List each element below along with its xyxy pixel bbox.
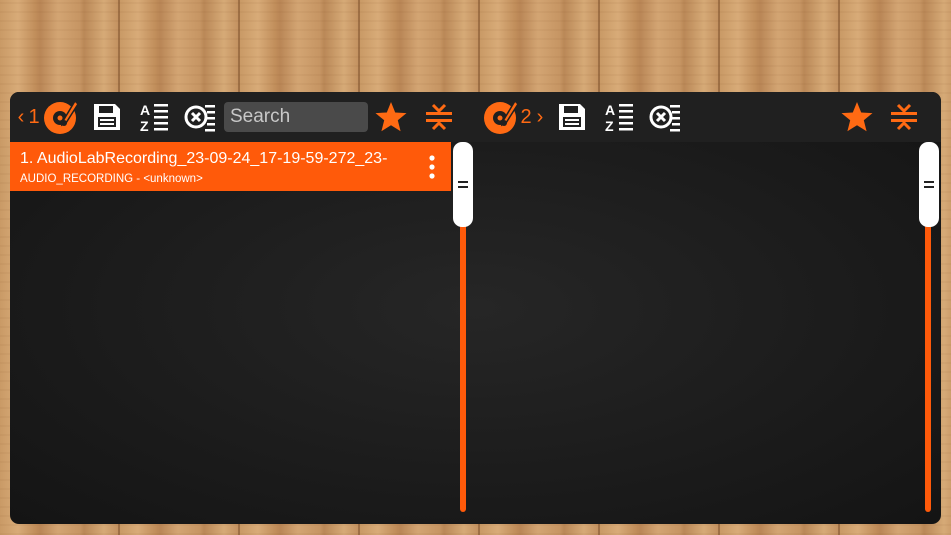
clear-list-icon	[184, 105, 215, 132]
deck-2-turntable-button[interactable]	[480, 92, 524, 142]
chevron-right-icon: ›	[536, 105, 544, 128]
prev-deck-chevron[interactable]: ‹	[15, 92, 27, 142]
chevron-left-icon: ‹	[17, 105, 25, 128]
sort-az-icon: A Z	[605, 102, 633, 134]
turntable-icon	[44, 99, 79, 134]
svg-text:Z: Z	[605, 118, 614, 134]
save-icon	[559, 104, 585, 130]
playlist-2-scroll-handle[interactable]	[919, 142, 939, 227]
track-subtitle: AUDIO_RECORDING - <unknown>	[20, 173, 203, 185]
clear-list-icon	[649, 105, 680, 132]
collapse-icon	[426, 103, 452, 131]
next-deck-chevron[interactable]: ›	[534, 92, 546, 142]
playlist-1-track-row[interactable]: 1. AudioLabRecording_23-09-24_17-19-59-2…	[10, 142, 451, 191]
playlist-1-scroll-rail[interactable]	[460, 217, 466, 512]
track-overflow-menu-button[interactable]	[422, 152, 442, 182]
deck-2-favorites-button[interactable]	[838, 92, 876, 142]
more-vertical-icon	[429, 155, 435, 179]
star-icon	[841, 102, 873, 132]
deck-2-save-button[interactable]	[553, 92, 591, 142]
deck-1-clear-button[interactable]	[181, 92, 219, 142]
deck-2-clear-button[interactable]	[646, 92, 684, 142]
deck-1-favorites-button[interactable]	[372, 92, 410, 142]
svg-text:A: A	[140, 102, 150, 118]
svg-text:A: A	[605, 102, 615, 118]
deck-2-collapse-button[interactable]	[885, 92, 923, 142]
toolbar: ‹ 1 A Z Search 2 › A Z	[10, 92, 941, 142]
sort-az-icon: A Z	[140, 102, 168, 134]
playlist-2-scroll-rail[interactable]	[925, 217, 931, 512]
turntable-icon	[484, 99, 519, 134]
deck-1-number: 1	[28, 105, 40, 128]
deck-2-number: 2	[520, 105, 532, 128]
collapse-icon	[891, 103, 917, 131]
dual-deck-panel: ‹ 1 A Z Search 2 › A Z 1. AudioLabRecord…	[10, 92, 941, 524]
search-input[interactable]	[224, 102, 368, 132]
deck-2-sort-button[interactable]: A Z	[600, 92, 638, 142]
deck-1-collapse-button[interactable]	[420, 92, 458, 142]
track-title: 1. AudioLabRecording_23-09-24_17-19-59-2…	[20, 150, 388, 167]
deck-1-save-button[interactable]	[88, 92, 126, 142]
svg-text:Z: Z	[140, 118, 149, 134]
deck-1-turntable-button[interactable]	[40, 92, 84, 142]
playlist-1-scroll-handle[interactable]	[453, 142, 473, 227]
deck-1-sort-button[interactable]: A Z	[135, 92, 173, 142]
star-icon	[375, 102, 407, 132]
save-icon	[94, 104, 120, 130]
